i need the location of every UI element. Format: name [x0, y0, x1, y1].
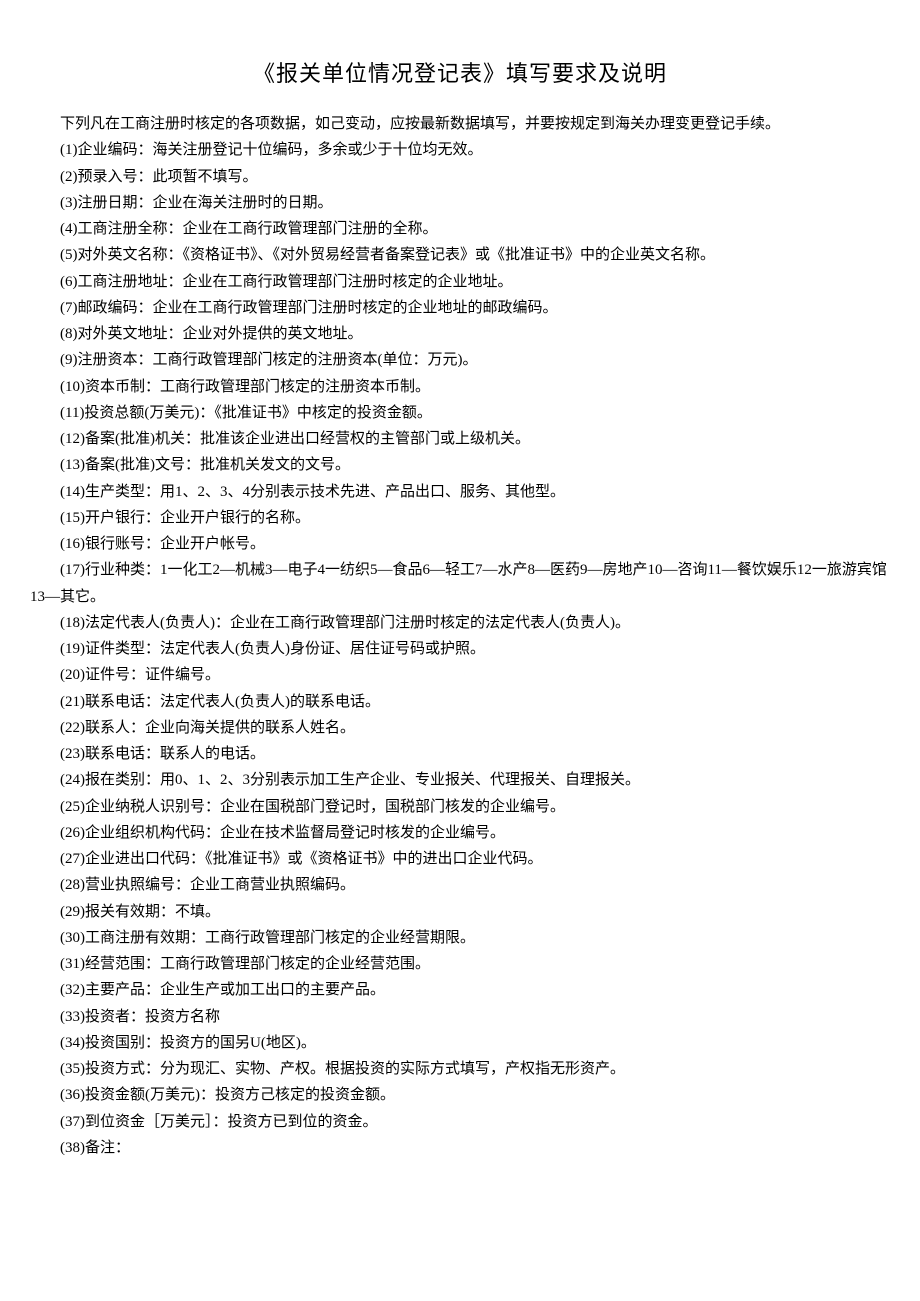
list-item: (7)邮政编码：企业在工商行政管理部门注册时核定的企业地址的邮政编码。 — [30, 295, 890, 321]
list-item: (22)联系人：企业向海关提供的联系人姓名。 — [30, 715, 890, 741]
list-item: (18)法定代表人(负责人)：企业在工商行政管理部门注册时核定的法定代表人(负责… — [30, 610, 890, 636]
list-item: (14)生产类型：用1、2、3、4分别表示技术先进、产品出口、服务、其他型。 — [30, 479, 890, 505]
list-item: (20)证件号：证件编号。 — [30, 662, 890, 688]
items-list: (1)企业编码：海关注册登记十位编码，多余或少于十位均无效。(2)预录入号：此项… — [30, 137, 890, 1161]
intro-paragraph: 下列凡在工商注册时核定的各项数据，如己变动，应按最新数据填写，并要按规定到海关办… — [30, 111, 890, 137]
list-item: (23)联系电话：联系人的电话。 — [30, 741, 890, 767]
list-item: (17)行业种类：1一化工2—机械3—电子4一纺织5—食品6—轻工7—水产8—医… — [30, 557, 890, 610]
list-item: (15)开户银行：企业开户银行的名称。 — [30, 505, 890, 531]
list-item: (1)企业编码：海关注册登记十位编码，多余或少于十位均无效。 — [30, 137, 890, 163]
list-item: (27)企业进出口代码：《批准证书》或《资格证书》中的进出口企业代码。 — [30, 846, 890, 872]
list-item: (19)证件类型：法定代表人(负责人)身份证、居住证号码或护照。 — [30, 636, 890, 662]
list-item: (26)企业组织机构代码：企业在技术监督局登记时核发的企业编号。 — [30, 820, 890, 846]
list-item: (37)到位资金［万美元］：投资方已到位的资金。 — [30, 1109, 890, 1135]
list-item: (4)工商注册全称：企业在工商行政管理部门注册的全称。 — [30, 216, 890, 242]
list-item: (25)企业纳税人识别号：企业在国税部门登记时，国税部门核发的企业编号。 — [30, 794, 890, 820]
list-item: (21)联系电话：法定代表人(负责人)的联系电话。 — [30, 689, 890, 715]
list-item: (29)报关有效期：不填。 — [30, 899, 890, 925]
list-item: (32)主要产品：企业生产或加工出口的主要产品。 — [30, 977, 890, 1003]
list-item: (5)对外英文名称：《资格证书》、《对外贸易经营者备案登记表》或《批准证书》中的… — [30, 242, 890, 268]
document-title: 《报关单位情况登记表》填写要求及说明 — [30, 55, 890, 94]
list-item: (24)报在类别：用0、1、2、3分别表示加工生产企业、专业报关、代理报关、自理… — [30, 767, 890, 793]
list-item: (34)投资国别：投资方的国另U(地区)。 — [30, 1030, 890, 1056]
list-item: (16)银行账号：企业开户帐号。 — [30, 531, 890, 557]
list-item: (38)备注： — [30, 1135, 890, 1161]
list-item: (28)营业执照编号：企业工商营业执照编码。 — [30, 872, 890, 898]
list-item: (10)资本币制：工商行政管理部门核定的注册资本币制。 — [30, 374, 890, 400]
list-item: (36)投资金额(万美元)：投资方己核定的投资金额。 — [30, 1082, 890, 1108]
list-item: (30)工商注册有效期：工商行政管理部门核定的企业经营期限。 — [30, 925, 890, 951]
list-item: (12)备案(批准)机关：批准该企业进出口经营权的主管部门或上级机关。 — [30, 426, 890, 452]
list-item: (8)对外英文地址：企业对外提供的英文地址。 — [30, 321, 890, 347]
list-item: (6)工商注册地址：企业在工商行政管理部门注册时核定的企业地址。 — [30, 269, 890, 295]
list-item: (33)投资者：投资方名称 — [30, 1004, 890, 1030]
list-item: (9)注册资本：工商行政管理部门核定的注册资本(单位：万元)。 — [30, 347, 890, 373]
list-item: (2)预录入号：此项暂不填写。 — [30, 164, 890, 190]
list-item: (3)注册日期：企业在海关注册时的日期。 — [30, 190, 890, 216]
list-item: (31)经营范围：工商行政管理部门核定的企业经营范围。 — [30, 951, 890, 977]
list-item: (35)投资方式：分为现汇、实物、产权。根据投资的实际方式填写，产权指无形资产。 — [30, 1056, 890, 1082]
list-item: (11)投资总额(万美元)：《批准证书》中核定的投资金额。 — [30, 400, 890, 426]
list-item: (13)备案(批准)文号：批准机关发文的文号。 — [30, 452, 890, 478]
